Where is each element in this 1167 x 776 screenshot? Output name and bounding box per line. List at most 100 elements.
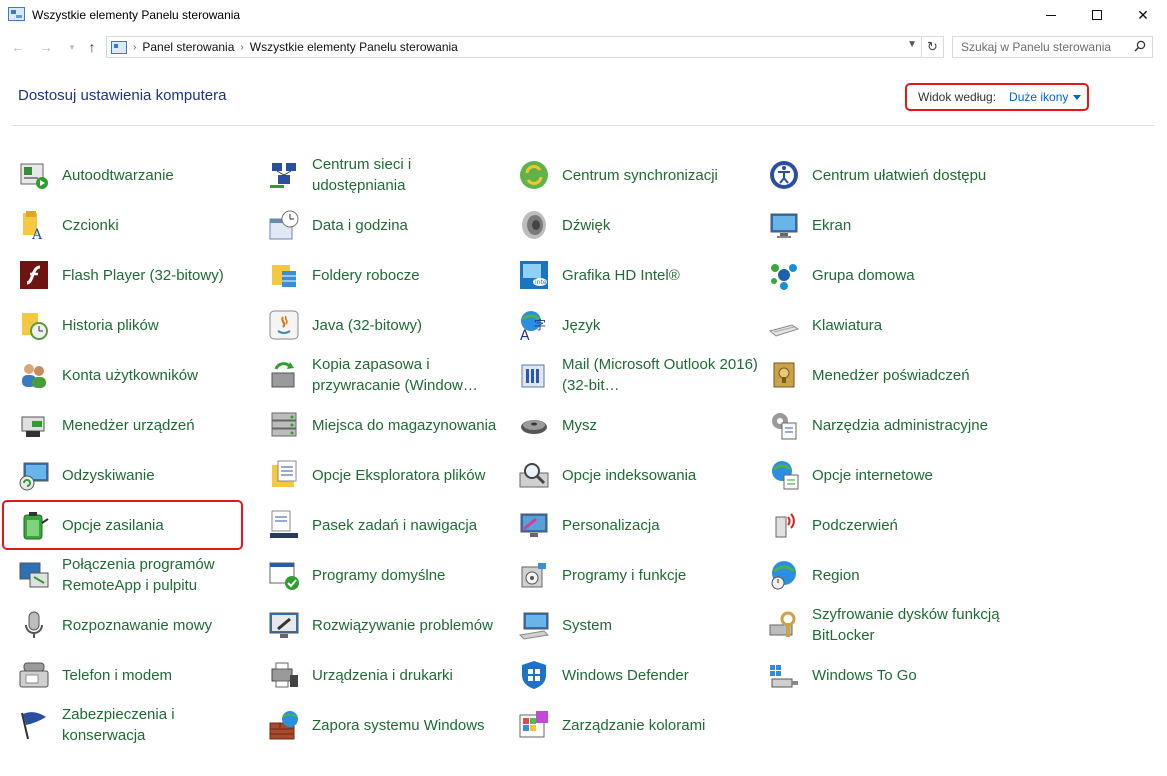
java-icon bbox=[269, 310, 299, 340]
item-foldery-robocze[interactable]: Foldery robocze bbox=[268, 252, 508, 298]
forward-button[interactable]: → bbox=[36, 36, 56, 58]
breadcrumb-item[interactable]: Wszystkie elementy Panelu sterowania bbox=[250, 40, 458, 54]
breadcrumb-separator-icon[interactable]: › bbox=[133, 42, 136, 53]
breadcrumb-item[interactable]: Panel sterowania bbox=[142, 40, 234, 54]
item-data-i-godzina[interactable]: Data i godzina bbox=[268, 202, 508, 248]
sync-center-icon bbox=[520, 161, 548, 189]
item-zabezpieczenia-i-konserwacja[interactable]: Zabezpieczenia i konserwacja bbox=[18, 702, 258, 748]
item-opcje-zasilania[interactable]: Opcje zasilania bbox=[18, 502, 258, 548]
item-konta-uzytkownikow[interactable]: Konta użytkowników bbox=[18, 352, 258, 398]
item-label: System bbox=[562, 616, 613, 634]
control-panel-icon bbox=[111, 40, 127, 54]
indexing-options-icon bbox=[519, 463, 549, 488]
item-label: Mysz bbox=[562, 416, 597, 434]
item-miejsca-do-magazynowania[interactable]: Miejsca do magazynowania bbox=[268, 402, 508, 448]
item-szyfrowanie-bitlocker[interactable]: Szyfrowanie dysków funkcją BitLocker bbox=[768, 602, 1008, 648]
item-jezyk[interactable]: A字 Język bbox=[518, 302, 758, 348]
navigation-bar: ← → ▼ ↑ › Panel sterowania › Wszystkie e… bbox=[0, 34, 1167, 60]
item-kopia-zapasowa[interactable]: Kopia zapasowa i przywracanie (Window… bbox=[268, 352, 508, 398]
item-label: Programy domyślne bbox=[312, 566, 446, 584]
device-manager-icon bbox=[21, 416, 45, 437]
maximize-button[interactable] bbox=[1074, 0, 1120, 30]
item-label: Region bbox=[812, 566, 860, 584]
item-label: Windows To Go bbox=[812, 666, 917, 684]
item-urzadzenia-i-drukarki[interactable]: Urządzenia i drukarki bbox=[268, 652, 508, 698]
taskbar-navigation-icon bbox=[270, 510, 298, 538]
item-telefon-i-modem[interactable]: Telefon i modem bbox=[18, 652, 258, 698]
item-centrum-synchronizacji[interactable]: Centrum synchronizacji bbox=[518, 152, 758, 198]
item-historia-plikow[interactable]: Historia plików bbox=[18, 302, 258, 348]
admin-tools-icon bbox=[772, 413, 797, 440]
item-pasek-zadan[interactable]: Pasek zadań i nawigacja bbox=[268, 502, 508, 548]
item-menedzer-poswiadczen[interactable]: Menedżer poświadczeń bbox=[768, 352, 1008, 398]
item-rozpoznawanie-mowy[interactable]: Rozpoznawanie mowy bbox=[18, 602, 258, 648]
item-autoodtwarzanie[interactable]: Autoodtwarzanie bbox=[18, 152, 258, 198]
item-opcje-eksploratora[interactable]: Opcje Eksploratora plików bbox=[268, 452, 508, 498]
up-button[interactable]: ↑ bbox=[82, 36, 102, 58]
item-grupa-domowa[interactable]: Grupa domowa bbox=[768, 252, 1008, 298]
address-dropdown-icon[interactable]: ▼ bbox=[907, 39, 917, 50]
item-region[interactable]: Region bbox=[768, 552, 1008, 598]
item-odzyskiwanie[interactable]: Odzyskiwanie bbox=[18, 452, 258, 498]
item-programy-domyslne[interactable]: Programy domyślne bbox=[268, 552, 508, 598]
svg-text:A: A bbox=[520, 328, 530, 341]
address-bar[interactable]: › Panel sterowania › Wszystkie elementy … bbox=[106, 36, 944, 58]
minimize-button[interactable] bbox=[1028, 0, 1074, 30]
breadcrumb-separator-icon[interactable]: › bbox=[240, 42, 243, 53]
security-maintenance-flag-icon bbox=[21, 712, 46, 740]
back-button[interactable]: ← bbox=[8, 36, 28, 58]
item-centrum-ulatwien[interactable]: Centrum ułatwień dostępu bbox=[768, 152, 1008, 198]
view-by-selector[interactable]: Widok według: Duże ikony bbox=[905, 83, 1089, 111]
item-opcje-indeksowania[interactable]: Opcje indeksowania bbox=[518, 452, 758, 498]
recent-locations-button[interactable]: ▼ bbox=[62, 36, 82, 58]
item-czcionki[interactable]: A Czcionki bbox=[18, 202, 258, 248]
item-system[interactable]: System bbox=[518, 602, 758, 648]
item-label: Język bbox=[562, 316, 601, 334]
credential-manager-icon bbox=[773, 362, 795, 388]
item-opcje-internetowe[interactable]: Opcje internetowe bbox=[768, 452, 1008, 498]
language-icon: A字 bbox=[520, 311, 546, 341]
item-programy-i-funkcje[interactable]: Programy i funkcje bbox=[518, 552, 758, 598]
user-accounts-icon bbox=[22, 364, 46, 388]
keyboard-icon bbox=[768, 324, 800, 337]
bitlocker-icon bbox=[769, 611, 796, 637]
refresh-button[interactable]: ↻ bbox=[921, 36, 943, 58]
item-label: Konta użytkowników bbox=[62, 366, 198, 384]
minimize-icon bbox=[1046, 14, 1056, 16]
item-label: Połączenia programów RemoteApp i pulpitu bbox=[62, 556, 215, 594]
item-menedzer-urzadzen[interactable]: Menedżer urządzeń bbox=[18, 402, 258, 448]
item-rozwiazywanie-problemow[interactable]: Rozwiązywanie problemów bbox=[268, 602, 508, 648]
view-by-value[interactable]: Duże ikony bbox=[1009, 90, 1068, 104]
item-centrum-sieci[interactable]: Centrum sieci i udostępniania bbox=[268, 152, 508, 198]
item-narzedzia-administracyjne[interactable]: Narzędzia administracyjne bbox=[768, 402, 1008, 448]
item-personalizacja[interactable]: Personalizacja bbox=[518, 502, 758, 548]
item-ekran[interactable]: Ekran bbox=[768, 202, 1008, 248]
autoplay-icon bbox=[20, 163, 48, 189]
item-podczerwien[interactable]: Podczerwień bbox=[768, 502, 1008, 548]
item-label: Klawiatura bbox=[812, 316, 883, 334]
item-zapora-systemu-windows[interactable]: Zapora systemu Windows bbox=[268, 702, 508, 748]
item-polaczenia-remoteapp[interactable]: Połączenia programów RemoteApp i pulpitu bbox=[18, 552, 258, 598]
item-windows-to-go[interactable]: Windows To Go bbox=[768, 652, 1008, 698]
region-icon bbox=[771, 561, 796, 590]
item-dzwiek[interactable]: Dźwięk bbox=[518, 202, 758, 248]
item-windows-defender[interactable]: Windows Defender bbox=[518, 652, 758, 698]
maximize-icon bbox=[1092, 10, 1102, 20]
close-button[interactable]: ✕ bbox=[1120, 0, 1166, 30]
fonts-icon: A bbox=[23, 211, 43, 241]
item-label: Personalizacja bbox=[562, 516, 660, 534]
item-flash-player[interactable]: Flash Player (32-bitowy) bbox=[18, 252, 258, 298]
item-java[interactable]: Java (32-bitowy) bbox=[268, 302, 508, 348]
item-mail[interactable]: Mail (Microsoft Outlook 2016) (32-bit… bbox=[518, 352, 758, 398]
item-grafika-intel[interactable]: intel Grafika HD Intel® bbox=[518, 252, 758, 298]
search-input[interactable]: Szukaj w Panelu sterowania bbox=[952, 36, 1153, 58]
item-mysz[interactable]: Mysz bbox=[518, 402, 758, 448]
item-label: Foldery robocze bbox=[312, 266, 420, 284]
item-label: Opcje internetowe bbox=[812, 466, 933, 484]
item-label: Czcionki bbox=[62, 216, 119, 234]
item-label: Opcje indeksowania bbox=[562, 466, 697, 484]
devices-printers-icon bbox=[271, 662, 298, 688]
chevron-down-icon[interactable] bbox=[1073, 94, 1082, 100]
item-zarzadzanie-kolorami[interactable]: Zarządzanie kolorami bbox=[518, 702, 758, 748]
item-klawiatura[interactable]: Klawiatura bbox=[768, 302, 1008, 348]
